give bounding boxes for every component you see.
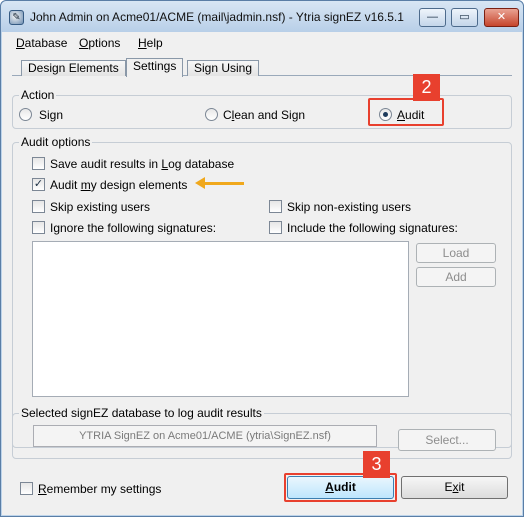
action-group-title: Action: [19, 88, 57, 102]
checkbox-save-log[interactable]: [32, 157, 45, 170]
menu-database[interactable]: Database: [16, 36, 67, 50]
arrow-annotation-shaft: [203, 182, 244, 185]
audit-options-title: Audit options: [19, 135, 93, 149]
exit-button[interactable]: Exit: [401, 476, 508, 499]
main-panel: Design Elements Settings Sign Using Acti…: [2, 53, 522, 515]
close-button[interactable]: ✕: [484, 8, 519, 27]
maximize-button[interactable]: ▭: [451, 8, 478, 27]
tab-settings[interactable]: Settings: [126, 58, 184, 77]
menu-help[interactable]: Help: [138, 36, 163, 50]
arrow-annotation-icon: [195, 177, 205, 189]
checkbox-ignore-signatures-label[interactable]: Ignore the following signatures:: [50, 221, 216, 235]
checkbox-skip-existing[interactable]: [32, 200, 45, 213]
step3-badge: 3: [363, 451, 390, 478]
radio-clean-and-sign[interactable]: [205, 108, 218, 121]
checkbox-ignore-signatures[interactable]: [32, 221, 45, 234]
menu-bar: Database Options Help: [2, 32, 522, 53]
checkbox-include-signatures-label[interactable]: Include the following signatures:: [287, 221, 458, 235]
step2-badge: 2: [413, 74, 440, 101]
tab-design-elements[interactable]: Design Elements: [21, 60, 126, 76]
log-database-title: Selected signEZ database to log audit re…: [19, 406, 264, 420]
ytria-app-icon[interactable]: ✎: [9, 10, 24, 25]
minimize-button[interactable]: —: [419, 8, 446, 27]
title-bar[interactable]: ✎ John Admin on Acme01/ACME (mail\jadmin…: [1, 1, 523, 32]
radio-sign-label[interactable]: Sign: [39, 108, 63, 122]
checkbox-remember-settings-label[interactable]: Remember my settings: [38, 482, 161, 496]
checkbox-save-log-label[interactable]: Save audit results in Log database: [50, 157, 234, 171]
menu-options[interactable]: Options: [79, 36, 120, 50]
radio-clean-and-sign-label[interactable]: Clean and Sign: [223, 108, 305, 122]
radio-sign[interactable]: [19, 108, 32, 121]
window-title: John Admin on Acme01/ACME (mail\jadmin.n…: [30, 10, 404, 24]
log-database-field[interactable]: YTRIA SignEZ on Acme01/ACME (ytria\SignE…: [33, 425, 377, 447]
checkbox-skip-existing-label[interactable]: Skip existing users: [50, 200, 150, 214]
app-window: ✎ John Admin on Acme01/ACME (mail\jadmin…: [0, 0, 524, 517]
load-button[interactable]: Load: [416, 243, 496, 263]
audit-options-group: Audit options Save audit results in Log …: [12, 135, 512, 448]
log-database-group: Selected signEZ database to log audit re…: [12, 406, 512, 459]
tab-sign-using[interactable]: Sign Using: [187, 60, 260, 76]
checkbox-skip-nonexisting-label[interactable]: Skip non-existing users: [287, 200, 411, 214]
select-button[interactable]: Select...: [398, 429, 496, 451]
step2-highlight-box: [368, 98, 444, 126]
checkbox-remember-settings[interactable]: [20, 482, 33, 495]
checkbox-include-signatures[interactable]: [269, 221, 282, 234]
checkbox-audit-my-elements-label[interactable]: Audit my design elements: [50, 178, 187, 192]
checkbox-audit-my-elements[interactable]: ✓: [32, 178, 45, 191]
signatures-list[interactable]: [32, 241, 409, 397]
add-button[interactable]: Add: [416, 267, 496, 287]
checkbox-skip-nonexisting[interactable]: [269, 200, 282, 213]
